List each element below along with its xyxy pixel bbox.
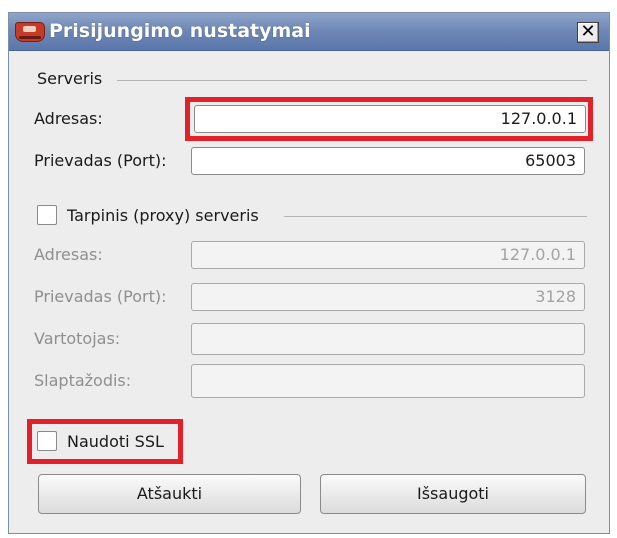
server-port-input[interactable]: 65003	[191, 147, 585, 175]
proxy-checkbox-label: Tarpinis (proxy) serveris	[67, 206, 259, 225]
proxy-group-divider	[284, 216, 587, 217]
proxy-checkbox[interactable]	[37, 205, 57, 225]
ssl-highlight-frame	[27, 419, 183, 464]
car-icon	[15, 22, 45, 42]
server-group-divider	[117, 80, 587, 81]
save-button[interactable]: Išsaugoti	[320, 474, 586, 514]
window-title: Prisijungimo nustatymai	[49, 20, 311, 42]
server-port-label: Prievadas (Port):	[34, 151, 167, 170]
server-group-title: Serveris	[37, 69, 109, 88]
close-button[interactable]: ✕	[577, 22, 599, 43]
proxy-address-label: Adresas:	[34, 245, 103, 264]
settings-dialog: Prisijungimo nustatymai ✕ Serveris Adres…	[8, 12, 610, 534]
cancel-button[interactable]: Atšaukti	[38, 474, 301, 514]
server-address-label: Adresas:	[34, 109, 103, 128]
proxy-port-label: Prievadas (Port):	[34, 287, 167, 306]
proxy-user-input[interactable]	[191, 323, 585, 355]
proxy-port-input[interactable]: 3128	[191, 283, 585, 311]
proxy-password-label: Slaptažodis:	[34, 371, 132, 390]
proxy-user-label: Vartotojas:	[34, 329, 121, 348]
address-highlight-frame	[185, 97, 593, 141]
proxy-address-input[interactable]: 127.0.0.1	[191, 241, 585, 269]
title-bar[interactable]: Prisijungimo nustatymai ✕	[9, 13, 609, 51]
close-icon: ✕	[580, 21, 596, 42]
proxy-password-input[interactable]	[191, 364, 585, 398]
